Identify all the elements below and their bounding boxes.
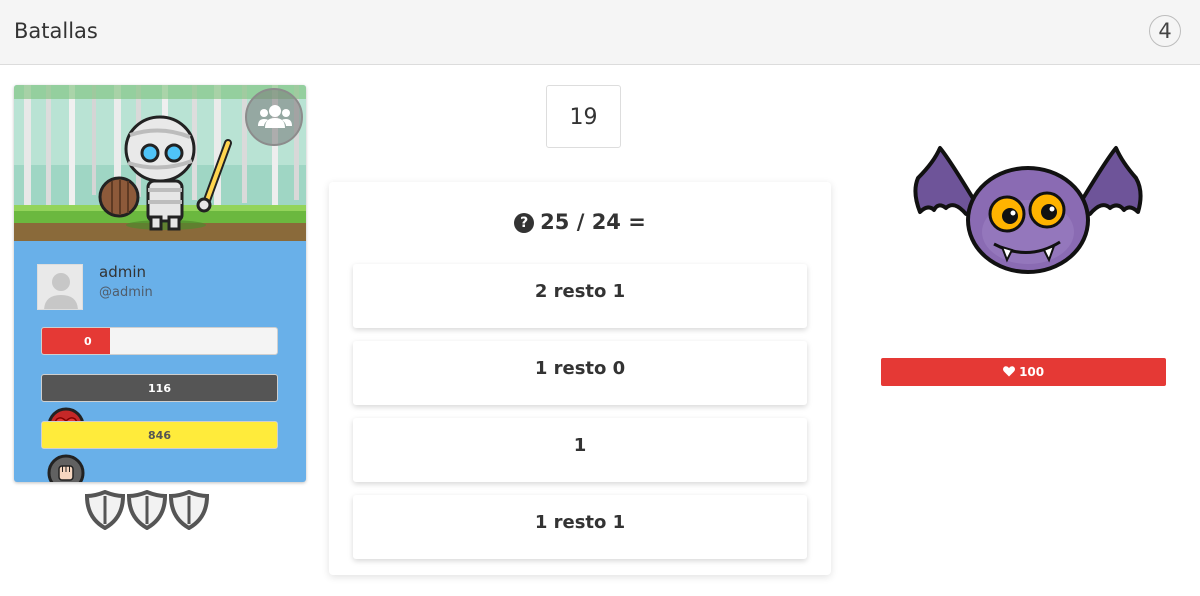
avatar [37, 264, 83, 310]
answer-option[interactable]: 1 resto 0 [353, 341, 807, 405]
timer: 19 [546, 85, 621, 148]
enemy-health-bar: 100 [881, 358, 1166, 386]
question-icon: ? [514, 213, 535, 233]
player-name: admin [99, 263, 146, 281]
answer-option[interactable]: 2 resto 1 [353, 264, 807, 328]
question-text: 25 / 24 = [540, 210, 646, 234]
battle-count-badge: 4 [1149, 15, 1181, 47]
enemy-health-value: 100 [1019, 365, 1045, 379]
top-bar: Batallas 4 [0, 0, 1200, 65]
health-bar: 0 [41, 327, 278, 355]
page-title: Batallas [14, 19, 98, 43]
default-avatar-icon [38, 265, 82, 309]
player-card: admin @admin 0 116 846 [14, 85, 306, 482]
shield-icon [127, 490, 167, 530]
fist-icon [47, 454, 85, 482]
answer-option[interactable]: 1 resto 1 [353, 495, 807, 559]
shield-icon [169, 490, 209, 530]
question-panel: ? 25 / 24 = 2 resto 1 1 resto 0 1 1 resto… [329, 182, 831, 575]
group-button[interactable] [245, 88, 303, 146]
health-value: 0 [84, 335, 92, 348]
player-handle: @admin [99, 285, 153, 300]
group-icon [258, 105, 292, 128]
answer-option[interactable]: 1 [353, 418, 807, 482]
shield-icon [85, 490, 125, 530]
bat-monster [913, 146, 1143, 274]
gold-bar: 846 [41, 421, 278, 449]
strength-bar: 116 [41, 374, 278, 402]
gold-value: 846 [148, 429, 171, 442]
strength-value: 116 [148, 382, 171, 395]
question: ? 25 / 24 = [329, 210, 831, 234]
heart-icon [1002, 366, 1015, 377]
